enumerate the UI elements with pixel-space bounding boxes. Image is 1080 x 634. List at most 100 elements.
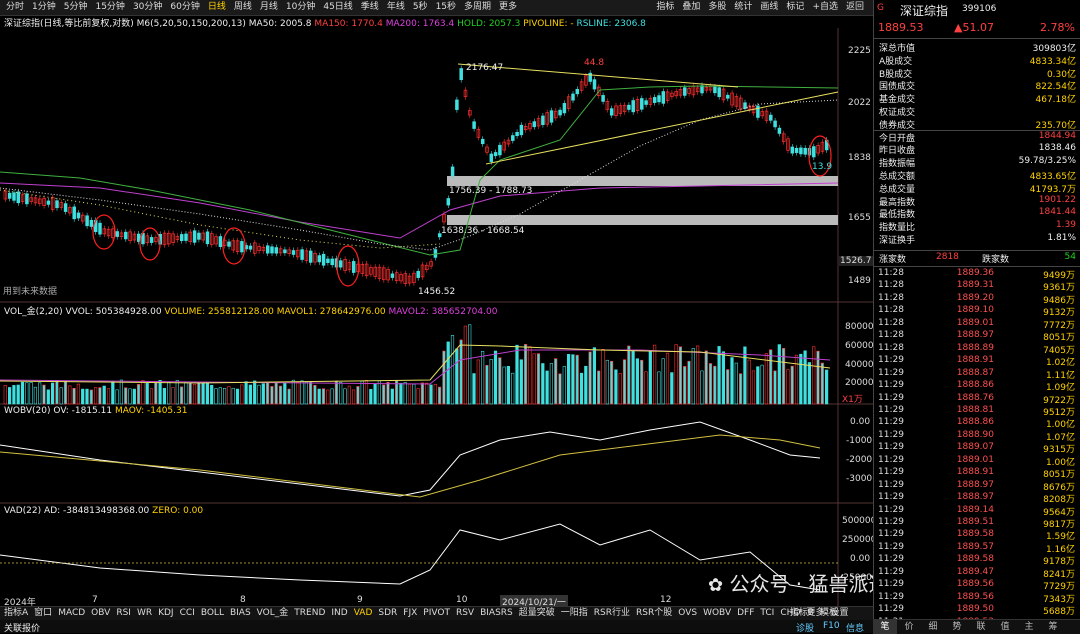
tick-time: 11:29 xyxy=(878,454,904,465)
quote-row-label: 最低指数 xyxy=(879,210,916,221)
quote-row: 国债成交 822.54亿 xyxy=(874,79,1080,92)
indicator-tab[interactable]: VAD xyxy=(351,607,376,620)
quote-tab[interactable]: 势 xyxy=(945,620,969,634)
volume-value: VOLUME: 255812128.00 xyxy=(164,307,274,317)
quote-row: 总成交量 41793.7万 xyxy=(874,182,1080,195)
quote-tab[interactable]: 笔 xyxy=(873,620,897,634)
tick-row: 11:29 1888.76 9722万 xyxy=(874,393,1080,406)
tick-price: 1888.91 xyxy=(956,467,994,478)
diagnose-button[interactable]: 诊股 xyxy=(796,621,814,634)
tick-volume: 9499万 xyxy=(1043,271,1075,281)
quote-row-label: 昨日收盘 xyxy=(879,146,916,157)
indicator-tab[interactable]: FJX xyxy=(400,607,420,620)
mavol1-value: MAVOL1: 278642976.00 xyxy=(276,307,386,317)
indicator-tab[interactable]: CCI xyxy=(177,607,198,620)
indicator-tab[interactable]: PIVOT xyxy=(420,607,453,620)
wechat-icon: ✿ xyxy=(708,575,724,596)
vol-tick: 40000 xyxy=(845,360,874,370)
quote-row-label: 国债成交 xyxy=(879,82,916,93)
tick-row: 11:29 1889.50 5688万 xyxy=(874,604,1080,617)
indicator-tab[interactable]: IND xyxy=(328,607,350,620)
indicator-tab[interactable]: BIASRS xyxy=(477,607,516,620)
indicator-tab[interactable]: 一阳指 xyxy=(558,607,591,620)
indicator-tab[interactable]: VOL_金 xyxy=(254,607,292,620)
indicator-tab[interactable]: 指标A xyxy=(1,607,31,620)
tick-price: 1889.01 xyxy=(956,317,994,328)
tick-price: 1889.51 xyxy=(956,517,994,527)
indicator-tabbar: 指标A 窗口 MACD OBV RSI WR KDJ CCI BOLL BIAS VOL_金 TREN… xyxy=(0,606,873,620)
indicator-tab[interactable]: BOLL xyxy=(198,607,227,620)
tick-price: 1889.56 xyxy=(956,579,994,590)
ad-value: AD: -384813498368.00 xyxy=(44,506,150,516)
zero-value: ZERO: 0.00 xyxy=(152,506,204,516)
quote-tab[interactable]: 值 xyxy=(993,620,1017,634)
quote-row-value: 1844.94 xyxy=(1038,130,1076,141)
indicator-b-button[interactable]: 指标B xyxy=(787,607,817,620)
quote-row-label: B股成交 xyxy=(879,69,913,80)
circle-value-label: 13.9 xyxy=(812,162,833,172)
indicator-tab[interactable]: KDJ xyxy=(155,607,177,620)
band2-label: 1638.36 - 1668.54 xyxy=(441,226,525,236)
quote-row: B股成交 0.30亿 xyxy=(874,67,1080,80)
quote-tab[interactable]: 细 xyxy=(921,620,945,634)
indicator-tab[interactable]: TCI xyxy=(757,607,777,620)
tick-price: 1888.97 xyxy=(956,479,994,490)
indicator-tab[interactable]: RSR个股 xyxy=(633,607,675,620)
tick-time: 11:29 xyxy=(878,404,904,415)
quote-tab[interactable]: 主 xyxy=(1017,620,1041,634)
mavol2-value: MAVOL2: 385652704.00 xyxy=(388,307,498,317)
wobv-tick: -3000 xyxy=(846,474,873,484)
quote-tab[interactable]: 筹 xyxy=(1041,620,1065,634)
tick-time: 11:29 xyxy=(878,604,904,615)
quote-tab[interactable]: 价 xyxy=(897,620,921,634)
tick-time: 11:29 xyxy=(878,355,904,366)
quote-row-value: 1.81% xyxy=(1047,233,1076,243)
indicator-tab[interactable]: RSR行业 xyxy=(591,607,633,620)
vad-tick: 500000 xyxy=(842,516,877,526)
tick-price: 1888.90 xyxy=(956,429,994,440)
indicator-tab[interactable]: TREND xyxy=(291,607,328,620)
indicator-tab[interactable]: BIAS xyxy=(227,607,254,620)
date-tick: 10 xyxy=(456,595,468,605)
tick-price: 1889.10 xyxy=(956,305,994,316)
indicator-tab[interactable]: RSI xyxy=(113,607,134,620)
indicator-tab[interactable]: 窗口 xyxy=(31,607,55,620)
tick-time: 11:29 xyxy=(878,566,904,577)
tick-time: 11:29 xyxy=(878,467,904,478)
quote-row: 最高指数 1901.22 xyxy=(874,195,1080,208)
indicator-tab[interactable]: OBV xyxy=(88,607,113,620)
info-button[interactable]: 信息 xyxy=(846,621,864,634)
tick-price: 1888.86 xyxy=(956,417,994,428)
quote-tab[interactable]: 联 xyxy=(969,620,993,634)
indicator-tab[interactable]: DFF xyxy=(734,607,757,620)
vol-unit: X1万 xyxy=(842,395,863,405)
tick-row: 11:29 1889.56 7729万 xyxy=(874,579,1080,592)
quote-row-value: 4833.34亿 xyxy=(1029,56,1076,67)
band1-label: 1756.39 - 1788.73 xyxy=(449,186,533,196)
indicator-tab[interactable]: RSV xyxy=(453,607,477,620)
tick-volume: 8051万 xyxy=(1043,333,1075,344)
indicator-b-button[interactable]: 模板 xyxy=(817,607,841,620)
quote-row-value: 309803亿 xyxy=(1032,44,1076,54)
tick-volume: 8208万 xyxy=(1043,495,1075,506)
quote-row: 深总市值 309803亿 xyxy=(874,41,1080,54)
indicator-tab[interactable]: SDR xyxy=(375,607,400,620)
vad-legend: VAD(22) AD: -384813498368.00 ZERO: 0.00 xyxy=(4,506,203,516)
tick-price: 1889.31 xyxy=(956,280,994,291)
indicator-tab[interactable]: OVS xyxy=(675,607,700,620)
tick-row: 11:29 1889.56 7343万 xyxy=(874,591,1080,605)
link-quote-button[interactable]: 关联报价 xyxy=(4,621,40,634)
f10-button[interactable]: F10 xyxy=(823,621,840,631)
tick-volume: 9512万 xyxy=(1043,407,1075,418)
indicator-tab[interactable]: WOBV xyxy=(700,607,734,620)
tick-volume: 7343万 xyxy=(1043,594,1075,605)
indicator-tab[interactable]: 超量突破 xyxy=(516,607,558,620)
tick-time: 11:29 xyxy=(878,591,904,602)
tick-price: 1889.20 xyxy=(956,292,994,303)
tick-row: 11:29 1888.90 1.07亿 xyxy=(874,429,1080,443)
indicator-tab[interactable]: MACD xyxy=(55,607,88,620)
tick-row: 11:29 1889.47 8241万 xyxy=(874,566,1080,580)
indicator-tab[interactable]: WR xyxy=(134,607,155,620)
quote-row-value: 1838.46 xyxy=(1038,143,1076,154)
date-tick: 7 xyxy=(92,595,98,605)
